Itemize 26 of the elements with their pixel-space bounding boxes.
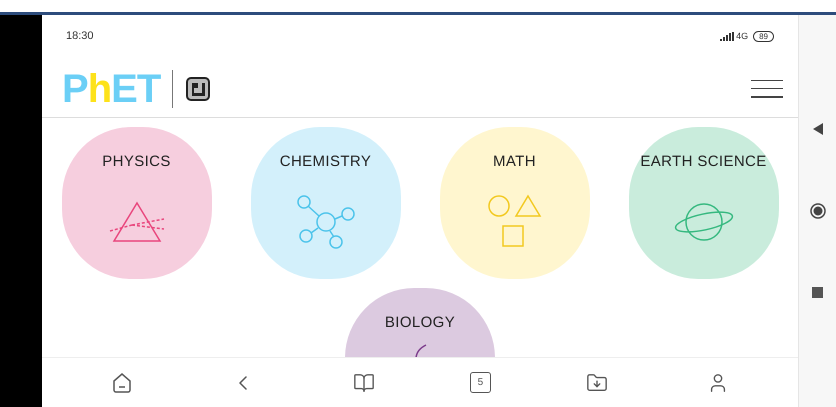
network-label: 4G (736, 30, 748, 43)
back-triangle-icon[interactable] (812, 123, 822, 135)
subject-title: CHEMISTRY (280, 152, 372, 172)
book-icon (353, 372, 376, 394)
subject-title: MATH (493, 152, 536, 172)
folder-download-icon (586, 372, 608, 394)
planet-icon (672, 200, 734, 242)
logo: PhET (62, 68, 160, 108)
status-time: 18:30 (66, 29, 94, 44)
subject-title: EARTH SCIENCE (640, 152, 767, 172)
subject-card[interactable]: CHEMISTRY (250, 127, 400, 279)
shapes-icon (486, 194, 544, 250)
subject-card[interactable]: EARTH SCIENCE (628, 127, 778, 279)
home-circle-icon[interactable] (810, 203, 826, 219)
prism-icon (108, 200, 166, 242)
battery-indicator: 89 (753, 31, 774, 42)
molecule-icon (296, 194, 356, 250)
emblem-icon (185, 76, 212, 102)
subject-card[interactable]: BIOLOGY (345, 288, 495, 357)
subject-title: BIOLOGY (384, 313, 456, 333)
subject-card[interactable]: PHYSICS (62, 127, 212, 279)
signal-icon (720, 32, 734, 41)
subject-title: PHYSICS (102, 152, 171, 172)
tabs-button[interactable]: 5 (470, 372, 491, 393)
subject-card[interactable]: MATH (440, 127, 590, 279)
home-icon (111, 372, 134, 394)
